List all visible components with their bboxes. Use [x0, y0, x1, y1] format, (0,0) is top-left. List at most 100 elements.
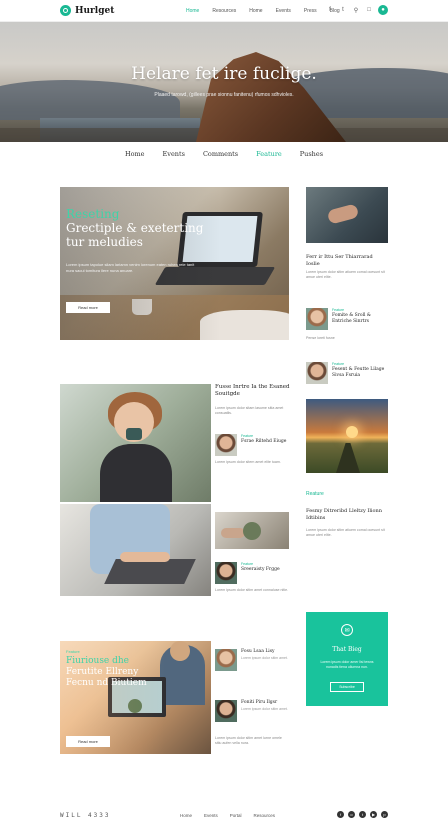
- lower-featured-card[interactable]: Feature Fiuriouse dhe Ferutite Ellreny F…: [60, 641, 211, 754]
- hero-banner: Helare fet ire fuclige. Plaaed tarowd, (…: [0, 22, 448, 142]
- facebook-icon[interactable]: f: [326, 6, 334, 14]
- sidebar-post-title[interactable]: Ferr ir Ittu Ser Thiarrarad Ioslie: [306, 254, 388, 268]
- lower-title: Fiuriouse dhe Ferutite Ellreny Fecnu nd …: [66, 656, 166, 689]
- list-item-title: Fsrae Riltehd Eiuge: [241, 439, 287, 444]
- user-icon[interactable]: ●: [378, 5, 388, 15]
- footer-nav-events[interactable]: Events: [204, 813, 218, 818]
- mini-post-title: Fomite & Sroll & Entriche Sinrtrs: [332, 313, 371, 324]
- list-item-title: Foniti Piru Ilgsr: [241, 700, 278, 705]
- sun-shape: [346, 426, 358, 438]
- avatar: [306, 308, 328, 330]
- newsletter-box: ✉ That Bieg Lorem ipsum dolor amer lisi …: [306, 612, 388, 706]
- avatar: [215, 700, 237, 722]
- list-item[interactable]: Feature Fsrae Riltehd Eiuge: [215, 434, 296, 456]
- list-item-text: Lorem ipsum dolor sitem amet elite tuam.: [215, 460, 281, 464]
- sidebar-section-label[interactable]: Reature: [306, 491, 324, 497]
- featured-title-line2: Grectiple & exeterting: [66, 221, 204, 235]
- nav-item-resources[interactable]: Resources: [212, 8, 236, 14]
- site-logo[interactable]: Hurlget: [60, 5, 114, 16]
- footer-social: f o t ▶ p: [337, 811, 388, 818]
- avatar: [215, 562, 237, 584]
- nav-item-events[interactable]: Events: [276, 8, 291, 14]
- list-item-text: Lorem ipsum dolor sitim amet connaluse n…: [215, 588, 289, 592]
- avatar: [215, 434, 237, 456]
- category-comments[interactable]: Comments: [203, 150, 238, 158]
- sidebar-post-text-2: Lorem ipsum dolor sitim atiuem comal oce…: [306, 528, 385, 537]
- twitter-icon[interactable]: t: [359, 811, 366, 818]
- newsletter-subscribe-button[interactable]: Subscribe: [330, 682, 364, 692]
- hero-mountain-left: [0, 80, 180, 120]
- footer-nav-home[interactable]: Home: [180, 813, 192, 818]
- newsletter-text: Lorem ipsum dolor amer lisi tewns nunadi…: [320, 660, 374, 669]
- sidebar-post-image[interactable]: [306, 187, 388, 243]
- footer-logo[interactable]: WILL 4333: [60, 812, 111, 819]
- footer-nav-resources[interactable]: Resources: [254, 813, 276, 818]
- list-item-text: Lorem ipsum dolor sitim amet.: [241, 656, 288, 660]
- list-item[interactable]: Feature Sreeraisty Frgge: [215, 562, 296, 584]
- middle-wide-thumb[interactable]: [215, 512, 289, 549]
- mini-post-tag: Feature: [332, 308, 345, 312]
- hero-title: Helare fet ire fuclige.: [131, 64, 317, 84]
- bag-icon[interactable]: □: [365, 6, 373, 14]
- featured-card[interactable]: Reseting Grectiple & exeterting tur melu…: [60, 187, 289, 340]
- lower-tag: Feature: [66, 649, 80, 654]
- nav-item-press[interactable]: Press: [304, 8, 317, 14]
- middle-woman-image[interactable]: [60, 384, 211, 502]
- nav-item-home-2[interactable]: Home: [249, 8, 262, 14]
- newsletter-title: That Bieg: [332, 646, 362, 653]
- lower-title-line2: Ferutite Ellreny Fecnu nd Biutiem: [66, 667, 147, 688]
- sidebar-hand: [326, 203, 360, 225]
- category-feature[interactable]: Feature: [256, 150, 282, 158]
- footer-nav-portal[interactable]: Portal: [230, 813, 242, 818]
- header-icons: f t ⚲ □ ●: [326, 5, 388, 15]
- featured-title: Reseting Grectiple & exeterting tur melu…: [66, 207, 226, 249]
- featured-title-line1: Reseting: [66, 207, 120, 221]
- top-header: Hurlget Home Resources Home Events Press…: [0, 0, 448, 22]
- path-shape: [336, 443, 360, 473]
- category-nav: Home Events Comments Feature Pushes: [0, 150, 448, 158]
- middle-laptop-image[interactable]: [60, 504, 211, 596]
- footer-nav: Home Events Portal Resources: [180, 813, 275, 818]
- list-item-title: Fosu Lsaa Lisy: [241, 649, 275, 654]
- middle-post-text: Lorem ipsum dolor sitam lasume sitia ame…: [215, 406, 284, 415]
- featured-excerpt: Lorem ipsum tapolue silam lariamn venim …: [66, 262, 195, 273]
- list-item-text: Lorem ipsum dolor sitim amet.: [241, 707, 288, 711]
- facebook-icon[interactable]: f: [337, 811, 344, 818]
- logo-icon: [60, 5, 71, 16]
- list-item-tag: Feature: [241, 434, 254, 438]
- search-icon[interactable]: ⚲: [352, 6, 360, 14]
- lower-read-more-button[interactable]: Read more: [66, 736, 110, 747]
- hero-subtitle: Plaaed tarowd, (gillees prae sionnu fani…: [154, 92, 294, 98]
- lower-text: Lorem ipsum dolor sitim amet lurne omele…: [215, 736, 282, 745]
- category-events[interactable]: Events: [163, 150, 185, 158]
- footer: WILL 4333 Home Events Portal Resources f…: [0, 808, 448, 824]
- sidebar-mini-post[interactable]: Feature Fomite & Sroll & Entriche Sinrtr…: [306, 308, 388, 330]
- twitter-icon[interactable]: t: [339, 6, 347, 14]
- youtube-icon[interactable]: ▶: [370, 811, 377, 818]
- featured-title-line3: tur meludies: [66, 235, 143, 249]
- avatar: [215, 649, 237, 671]
- middle-post-title[interactable]: Fusse Inrtre Ia the Esaned Souitgde: [215, 384, 295, 398]
- nav-item-home[interactable]: Home: [186, 8, 199, 14]
- instagram-icon[interactable]: o: [348, 811, 355, 818]
- featured-read-more-button[interactable]: Read more: [66, 302, 110, 313]
- list-item[interactable]: Foniti Piru Ilgsr Lorem ipsum dolor siti…: [215, 700, 296, 722]
- sidebar-mini-post[interactable]: Feature Fesent & Feutte Lilage Sivsa Fsr…: [306, 362, 388, 384]
- category-pushes[interactable]: Pushes: [300, 150, 323, 158]
- mini-post-tag: Feature: [332, 362, 345, 366]
- woman-figure: [100, 392, 172, 502]
- mail-icon: ✉: [341, 624, 353, 636]
- mini-post-date: Pense loreti fusne: [306, 336, 335, 340]
- category-home[interactable]: Home: [125, 150, 145, 158]
- avatar: [306, 362, 328, 384]
- sidebar-post-text: Lorem ipsum dolor sitim atiuem comal oce…: [306, 270, 385, 279]
- sidebar-post-title-2[interactable]: Fesmy Ditreribd Lleltzy Ilionn Idtibins: [306, 508, 388, 522]
- list-item[interactable]: Fosu Lsaa Lisy Lorem ipsum dolor sitim a…: [215, 649, 296, 671]
- logo-text: Hurlget: [75, 5, 115, 16]
- list-item-title: Sreeraisty Frgge: [241, 567, 280, 572]
- sidebar-sunset-image[interactable]: [306, 399, 388, 473]
- pinterest-icon[interactable]: p: [381, 811, 388, 818]
- list-item-tag: Feature: [241, 562, 254, 566]
- mini-post-title: Fesent & Feutte Lilage Sivsa Fsruia: [332, 367, 385, 378]
- lower-title-line1: Fiuriouse dhe: [66, 656, 130, 666]
